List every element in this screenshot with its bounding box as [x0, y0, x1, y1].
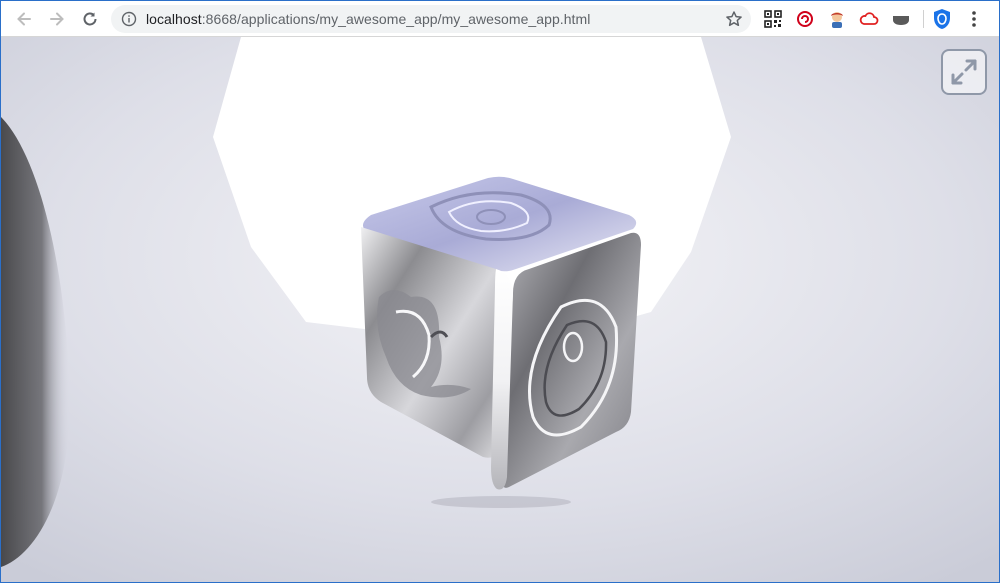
url-path: :8668/applications/my_awesome_app/my_awe…	[201, 11, 591, 27]
arrow-right-icon	[50, 12, 64, 25]
avatar-icon[interactable]	[825, 7, 849, 31]
dark-shape-icon[interactable]	[889, 7, 913, 31]
bookmark-star-icon[interactable]	[725, 10, 743, 28]
webgl-canvas[interactable]	[1, 37, 999, 582]
back-button[interactable]	[9, 4, 39, 34]
arrow-left-icon	[17, 12, 31, 25]
browser-window: localhost:8668/applications/my_awesome_a…	[0, 0, 1000, 583]
cloud-icon[interactable]	[857, 7, 881, 31]
scene-render	[1, 37, 999, 582]
reload-button[interactable]	[75, 4, 105, 34]
circle-arrow-icon[interactable]	[793, 7, 817, 31]
reload-icon	[83, 12, 97, 25]
qr-code-icon[interactable]	[761, 7, 785, 31]
extensions-area	[761, 1, 994, 36]
menu-dots-icon[interactable]	[962, 7, 986, 31]
expand-arrows-icon	[951, 59, 977, 85]
shield-icon[interactable]	[930, 7, 954, 31]
toolbar-divider	[923, 9, 924, 28]
address-bar[interactable]: localhost:8668/applications/my_awesome_a…	[111, 5, 751, 33]
url-host: localhost	[146, 11, 202, 27]
url-text[interactable]: localhost:8668/applications/my_awesome_a…	[146, 11, 590, 27]
browser-toolbar: localhost:8668/applications/my_awesome_a…	[1, 1, 999, 37]
fullscreen-button[interactable]	[941, 49, 987, 95]
info-icon[interactable]	[121, 11, 137, 27]
forward-button[interactable]	[42, 4, 72, 34]
